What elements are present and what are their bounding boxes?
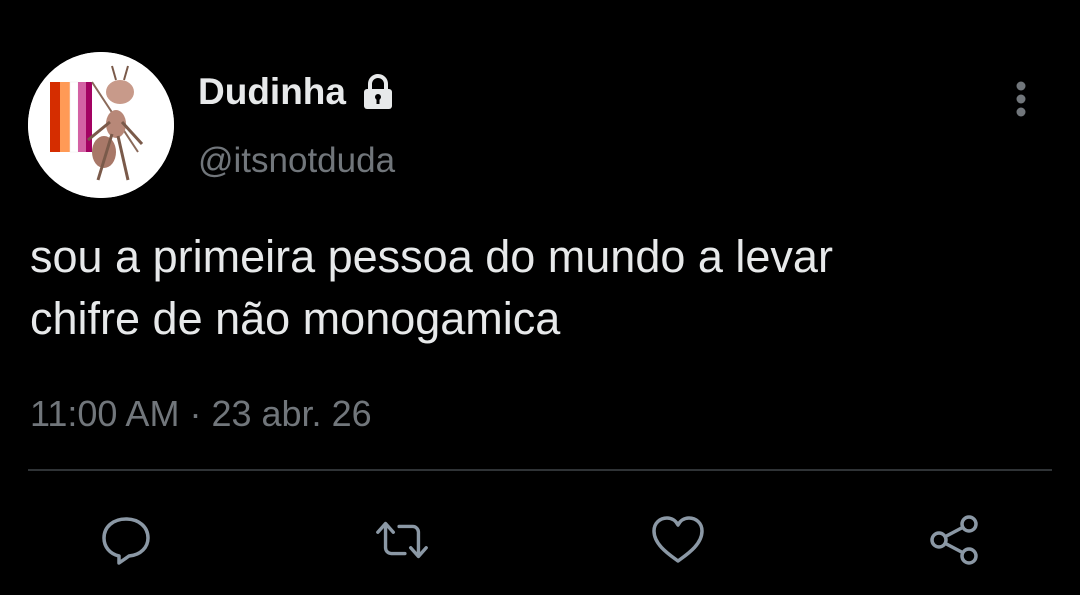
- meta-separator: ·: [189, 393, 202, 434]
- share-button[interactable]: [924, 510, 984, 570]
- tweet-text-line: chifre de não monogamica: [30, 293, 561, 344]
- avatar-image: [28, 52, 174, 198]
- tweet-text: sou a primeira pessoa do mundo a levar c…: [30, 226, 1050, 350]
- retweet-button[interactable]: [372, 510, 432, 570]
- reply-icon: [102, 517, 150, 565]
- lock-icon: [358, 72, 398, 112]
- avatar[interactable]: [28, 52, 174, 198]
- heart-icon: [652, 516, 704, 563]
- tweet-text-line: sou a primeira pessoa do mundo a levar: [30, 231, 833, 282]
- more-vertical-icon: [1016, 81, 1026, 117]
- divider: [28, 469, 1052, 471]
- more-options-button[interactable]: [1004, 78, 1038, 120]
- tweet-meta: 11:00 AM · 23 abr. 26: [30, 392, 372, 436]
- tweet-date[interactable]: 23 abr. 26: [211, 393, 371, 434]
- share-icon: [930, 515, 978, 565]
- reply-button[interactable]: [96, 510, 156, 570]
- like-button[interactable]: [648, 510, 708, 570]
- display-name-text: Dudinha: [198, 71, 346, 112]
- display-name[interactable]: Dudinha: [198, 70, 398, 114]
- tweet-time[interactable]: 11:00 AM: [30, 393, 179, 434]
- retweet-icon: [376, 521, 428, 559]
- handle[interactable]: @itsnotduda: [198, 140, 395, 182]
